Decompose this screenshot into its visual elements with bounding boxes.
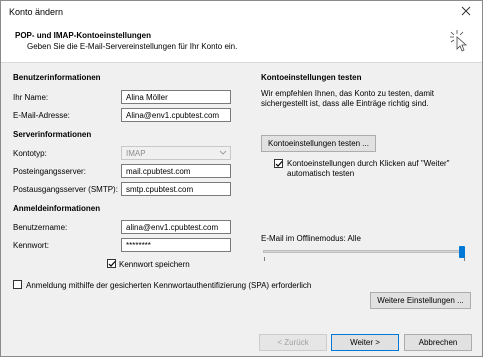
save-password-checkbox[interactable] bbox=[107, 259, 116, 268]
title-bar: Konto ändern bbox=[1, 1, 482, 23]
chevron-down-icon bbox=[218, 149, 228, 157]
back-button[interactable]: < Zurück bbox=[259, 334, 327, 351]
incoming-server-label: Posteingangsserver: bbox=[13, 167, 86, 176]
section-user-info: Benutzerinformationen bbox=[13, 73, 101, 82]
section-server-info: Serverinformationen bbox=[13, 130, 92, 139]
test-description-line2: sichergestellt ist, dass alle Einträge r… bbox=[261, 99, 429, 108]
cancel-button[interactable]: Abbrechen bbox=[404, 334, 472, 351]
more-settings-button[interactable]: Weitere Einstellungen ... bbox=[370, 292, 471, 309]
incoming-server-field[interactable]: mail.cpubtest.com bbox=[121, 164, 231, 178]
header-subtitle: Geben Sie die E-Mail-Servereinstellungen… bbox=[27, 42, 238, 51]
name-field[interactable]: Alina Möller bbox=[121, 90, 231, 104]
header-title: POP- und IMAP-Kontoeinstellungen bbox=[15, 31, 151, 40]
auto-test-line2: automatisch testen bbox=[287, 169, 355, 178]
save-password-label: Kennwort speichern bbox=[119, 260, 190, 269]
email-label: E-Mail-Adresse: bbox=[13, 111, 70, 120]
outgoing-server-field[interactable]: smtp.cpubtest.com bbox=[121, 182, 231, 196]
account-type-label: Kontotyp: bbox=[13, 149, 47, 158]
outgoing-server-label: Postausgangsserver (SMTP): bbox=[13, 185, 118, 194]
test-account-button[interactable]: Kontoeinstellungen testen ... bbox=[261, 135, 376, 152]
offline-slider-thumb[interactable] bbox=[459, 246, 465, 258]
account-type-select: IMAP bbox=[121, 146, 231, 160]
checkmark-icon bbox=[108, 261, 116, 267]
email-field[interactable]: Alina@env1.cpubtest.com bbox=[121, 108, 231, 122]
dialog-header: POP- und IMAP-Kontoeinstellungen Geben S… bbox=[1, 23, 482, 63]
slider-tick bbox=[264, 257, 265, 261]
spa-label: Anmeldung mithilfe der gesicherten Kennw… bbox=[26, 281, 312, 290]
close-icon[interactable] bbox=[460, 5, 472, 17]
auto-test-line1: Kontoeinstellungen durch Klicken auf "We… bbox=[287, 159, 450, 168]
username-field[interactable]: alina@env1.cpubtest.com bbox=[121, 220, 231, 234]
account-type-value: IMAP bbox=[126, 149, 146, 158]
password-label: Kennwort: bbox=[13, 241, 50, 250]
dialog-window: Konto ändern POP- und IMAP-Kontoeinstell… bbox=[0, 0, 483, 357]
checkmark-icon bbox=[275, 161, 283, 167]
cursor-click-icon bbox=[448, 28, 470, 52]
dialog-footer: < Zurück Weiter > Abbrechen bbox=[1, 325, 482, 356]
auto-test-checkbox[interactable] bbox=[274, 159, 283, 168]
test-description-line1: Wir empfehlen Ihnen, das Konto zu testen… bbox=[261, 89, 434, 98]
next-button[interactable]: Weiter > bbox=[331, 334, 399, 351]
password-field[interactable]: ******** bbox=[121, 238, 231, 252]
name-label: Ihr Name: bbox=[13, 93, 49, 102]
offline-mode-label: E-Mail im Offlinemodus: Alle bbox=[261, 234, 361, 243]
dialog-content: Benutzerinformationen Ihr Name: Alina Mö… bbox=[1, 63, 482, 325]
window-title: Konto ändern bbox=[9, 7, 64, 17]
offline-slider-track[interactable] bbox=[263, 250, 465, 253]
spa-checkbox[interactable] bbox=[13, 280, 22, 289]
section-login-info: Anmeldeinformationen bbox=[13, 204, 101, 213]
username-label: Benutzername: bbox=[13, 223, 68, 232]
section-test-settings: Kontoeinstellungen testen bbox=[261, 73, 362, 82]
